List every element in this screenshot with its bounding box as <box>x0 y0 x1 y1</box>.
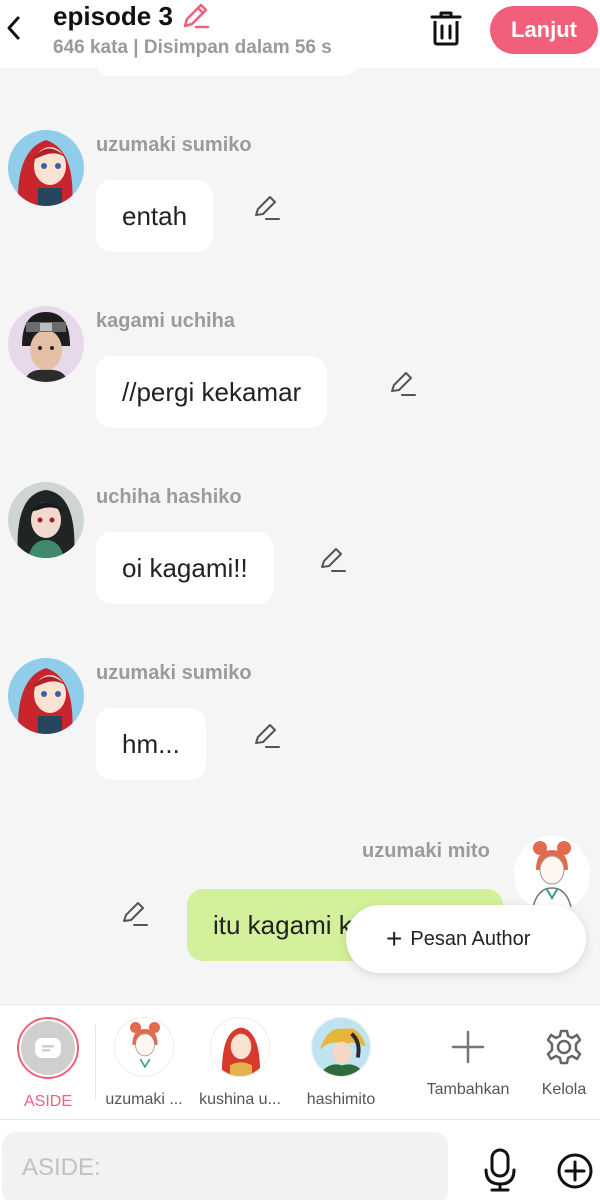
avatar <box>114 1017 174 1077</box>
bun-hair-woman-avatar-image <box>514 836 590 912</box>
character-selector: ASIDE uzumaki ... kushina u... hashimito… <box>0 1004 600 1120</box>
sender-name: uzumaki mito <box>362 840 490 862</box>
author-message-label: Pesan Author <box>410 927 531 950</box>
message-icon <box>35 1038 61 1058</box>
manage-characters-button[interactable]: Kelola <box>516 1017 600 1099</box>
chevron-left-icon <box>7 16 20 40</box>
red-hair-girl-avatar-image <box>8 658 84 734</box>
avatar <box>210 1017 270 1077</box>
dark-hair-girl-avatar-image <box>8 482 84 558</box>
add-circle-icon[interactable] <box>556 1152 594 1190</box>
delete-button[interactable] <box>428 8 464 48</box>
message-bubble[interactable]: hm... <box>96 708 206 780</box>
edit-message-icon[interactable] <box>120 900 148 928</box>
character-label: kushina u... <box>199 1091 281 1108</box>
avatar[interactable] <box>8 306 84 382</box>
episode-title-text: episode 3 <box>53 0 173 31</box>
microphone-icon[interactable] <box>482 1148 518 1192</box>
add-character-button[interactable]: Tambahkan <box>420 1017 516 1099</box>
sender-name: kagami uchiha <box>96 310 235 332</box>
red-hair-girl-avatar-image <box>8 130 84 206</box>
word-count-status: 646 kata | Disimpan dalam 56 s <box>53 37 332 58</box>
message-bubble[interactable]: //pergi kekamar <box>96 356 328 428</box>
headband-boy-avatar-image <box>8 306 84 382</box>
sender-name: uchiha hashiko <box>96 486 242 508</box>
edit-message-icon[interactable] <box>252 194 280 222</box>
next-button[interactable]: Lanjut <box>490 6 598 54</box>
episode-title[interactable]: episode 3 <box>53 0 211 32</box>
character-label: Tambahkan <box>426 1081 510 1098</box>
sender-name: uzumaki sumiko <box>96 662 252 684</box>
back-button[interactable] <box>0 8 26 48</box>
edit-message-icon[interactable] <box>252 722 280 750</box>
character-item[interactable]: kushina u... <box>192 1017 288 1109</box>
trash-icon <box>430 11 462 46</box>
character-label: uzumaki ... <box>105 1091 183 1108</box>
character-aside[interactable]: ASIDE <box>0 1017 96 1111</box>
edit-message-icon[interactable] <box>388 370 416 398</box>
avatar[interactable] <box>8 130 84 206</box>
character-item[interactable]: hashimito <box>293 1017 389 1109</box>
character-label: ASIDE <box>23 1093 72 1110</box>
message-input[interactable] <box>2 1132 448 1200</box>
avatar[interactable] <box>514 836 590 912</box>
message-bubble[interactable]: oi kagami!! <box>96 532 274 604</box>
author-message-button[interactable]: + Pesan Author <box>346 905 586 973</box>
plus-icon: + <box>386 923 403 954</box>
aside-avatar <box>17 1017 79 1079</box>
message-bubble[interactable]: entah <box>96 180 214 252</box>
sender-name: uzumaki sumiko <box>96 134 252 156</box>
edit-title-icon[interactable] <box>179 0 211 32</box>
plus-icon <box>451 1030 485 1064</box>
character-item[interactable]: uzumaki ... <box>96 1017 192 1109</box>
character-label: hashimito <box>306 1091 376 1108</box>
edit-message-icon[interactable] <box>318 546 346 574</box>
gear-icon <box>546 1029 582 1065</box>
avatar <box>311 1017 371 1077</box>
character-label: Kelola <box>541 1081 587 1098</box>
previous-message-bubble[interactable] <box>96 58 358 76</box>
avatar[interactable] <box>8 482 84 558</box>
avatar[interactable] <box>8 658 84 734</box>
